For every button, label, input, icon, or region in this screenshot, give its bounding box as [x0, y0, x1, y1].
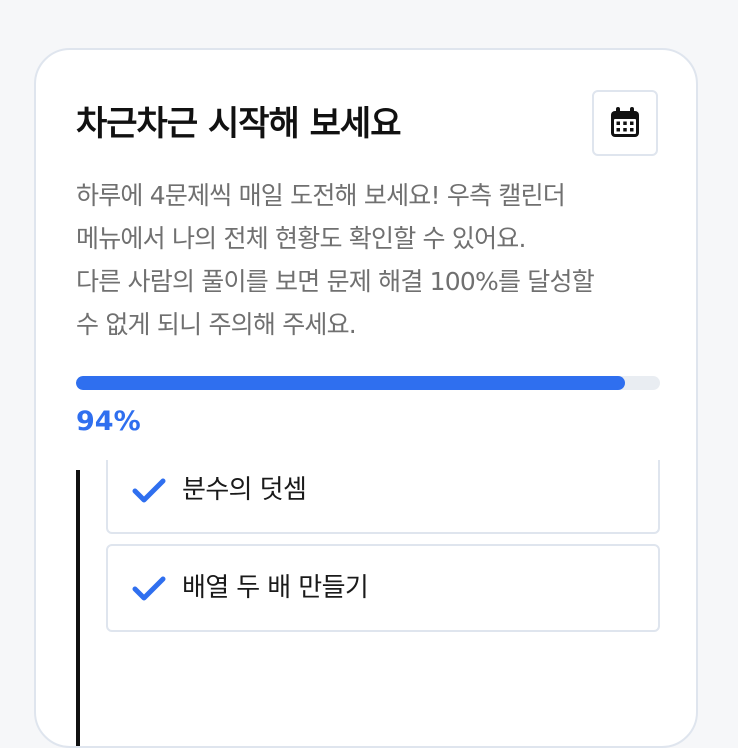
problem-item-label: 배열 두 배 만들기: [182, 573, 369, 603]
check-icon: [132, 576, 166, 601]
description-line: 수 없게 되니 주의해 주세요.: [76, 310, 357, 339]
problem-item[interactable]: 배열 두 배 만들기: [106, 544, 660, 632]
card-description: 하루에 4문제씩 매일 도전해 보세요! 우측 캘린더 메뉴에서 나의 전체 현…: [76, 174, 666, 346]
problem-item[interactable]: 분수의 덧셈: [106, 460, 660, 534]
card-title: 차근차근 시작해 보세요: [76, 104, 401, 144]
problem-list: 분수의 덧셈 배열 두 배 만들기: [76, 460, 676, 746]
problem-items: 분수의 덧셈 배열 두 배 만들기: [106, 460, 660, 746]
calendar-button[interactable]: [592, 90, 658, 156]
progress-percent: 94%: [76, 406, 141, 437]
description-line: 메뉴에서 나의 전체 현황도 확인할 수 있어요.: [76, 224, 526, 253]
description-line: 다른 사람의 풀이를 보면 문제 해결 100%를 달성할: [76, 267, 595, 296]
calendar-icon: [611, 107, 639, 137]
progress-fill: [76, 376, 625, 390]
description-line: 하루에 4문제씩 매일 도전해 보세요! 우측 캘린더: [76, 181, 566, 210]
progress-bar: [76, 376, 660, 390]
check-icon: [132, 478, 166, 503]
progress-card: 차근차근 시작해 보세요 하루에 4문제씩 매일 도전해 보세요! 우측 캘린더…: [34, 48, 698, 748]
problem-item-label: 분수의 덧셈: [182, 475, 307, 505]
timeline-line: [76, 470, 80, 746]
